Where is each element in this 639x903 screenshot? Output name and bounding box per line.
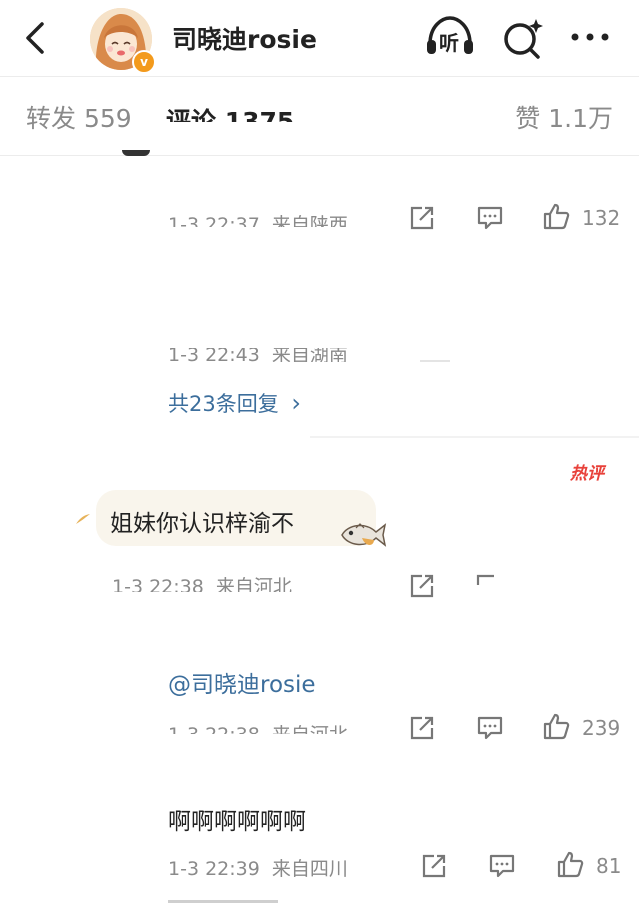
comment-meta: 1-3 22:38 来自河北 bbox=[168, 720, 348, 734]
thumbs-up-icon[interactable] bbox=[542, 712, 570, 740]
comment-meta: 1-3 22:38 来自河北 bbox=[112, 572, 292, 592]
search-sparkle-icon[interactable] bbox=[500, 15, 546, 61]
mention-link[interactable]: @司晓迪rosie bbox=[168, 665, 316, 699]
repost-count: 559 bbox=[83, 104, 132, 133]
comment-icon[interactable] bbox=[476, 714, 504, 742]
comment-label: 评论 bbox=[166, 107, 217, 122]
repost-label: 转发 bbox=[26, 104, 77, 133]
comment-location: 来自河北 bbox=[215, 576, 292, 592]
cutoff-text-fragment bbox=[168, 898, 288, 903]
view-replies-link[interactable]: 共23条回复 › bbox=[168, 388, 301, 418]
divider bbox=[420, 360, 450, 362]
tab-likes[interactable]: 赞 1.1万 bbox=[515, 99, 613, 135]
stats-bar: 转发 559 评论 1375 赞 1.1万 bbox=[0, 77, 639, 156]
listen-button[interactable]: 听 bbox=[424, 12, 476, 60]
comment-meta: 1-3 22:37 来自陕西 bbox=[168, 210, 348, 227]
comment-location: 来自湖南 bbox=[271, 348, 348, 362]
comment-icon[interactable] bbox=[476, 204, 504, 232]
avatar-fragment bbox=[122, 150, 150, 156]
fish-sticker-icon bbox=[341, 523, 387, 547]
comment-icon[interactable] bbox=[488, 852, 516, 880]
comment-location: 来自河北 bbox=[272, 724, 348, 734]
share-icon[interactable] bbox=[408, 204, 436, 232]
comment-meta: 1-3 22:39 来自四川 bbox=[168, 854, 348, 881]
hot-comment-tag: 热评 bbox=[570, 464, 604, 484]
replies-label: 共23条回复 bbox=[168, 392, 279, 416]
thumbs-up-icon[interactable] bbox=[542, 202, 570, 230]
like-label: 赞 bbox=[515, 104, 541, 133]
comment-time: 1-3 22:38 bbox=[112, 576, 204, 592]
comment-text: 啊啊啊啊啊啊 bbox=[168, 809, 306, 835]
tab-comments[interactable]: 评论 1375 bbox=[166, 102, 294, 122]
comment-count: 1375 bbox=[224, 107, 295, 122]
comment-meta: 1-3 22:43 来自湖南 bbox=[168, 348, 348, 362]
like-count-comment: 81 bbox=[596, 854, 622, 878]
share-icon[interactable] bbox=[408, 572, 436, 600]
verified-badge: v bbox=[132, 50, 156, 74]
share-icon[interactable] bbox=[408, 714, 436, 742]
tab-repost[interactable]: 转发 559 bbox=[26, 99, 132, 135]
like-count-comment: 239 bbox=[582, 716, 621, 740]
comment-time: 1-3 22:43 bbox=[168, 348, 260, 362]
comment-icon[interactable] bbox=[476, 574, 496, 586]
like-count: 1.1万 bbox=[548, 104, 613, 133]
more-icon[interactable] bbox=[568, 30, 612, 44]
thumbs-up-icon[interactable] bbox=[556, 850, 584, 878]
comment-location: 来自陕西 bbox=[271, 214, 348, 227]
comment-time: 1-3 22:37 bbox=[168, 214, 260, 227]
listen-label: 听 bbox=[439, 31, 459, 55]
feather-icon bbox=[76, 514, 90, 524]
back-icon[interactable] bbox=[18, 18, 54, 58]
share-icon[interactable] bbox=[420, 852, 448, 880]
comment-time: 1-3 22:38 bbox=[168, 724, 260, 734]
divider bbox=[310, 436, 639, 438]
comment-time: 1-3 22:39 bbox=[168, 858, 260, 880]
like-count-comment: 132 bbox=[582, 206, 621, 230]
page-title[interactable]: 司晓迪rosie bbox=[172, 20, 317, 56]
chevron-right-icon: › bbox=[291, 389, 302, 417]
comment-text: 姐妹你认识梓渝不 bbox=[110, 511, 294, 537]
top-bar: v 司晓迪rosie 听 bbox=[0, 0, 639, 77]
comment-location: 来自四川 bbox=[271, 858, 348, 880]
